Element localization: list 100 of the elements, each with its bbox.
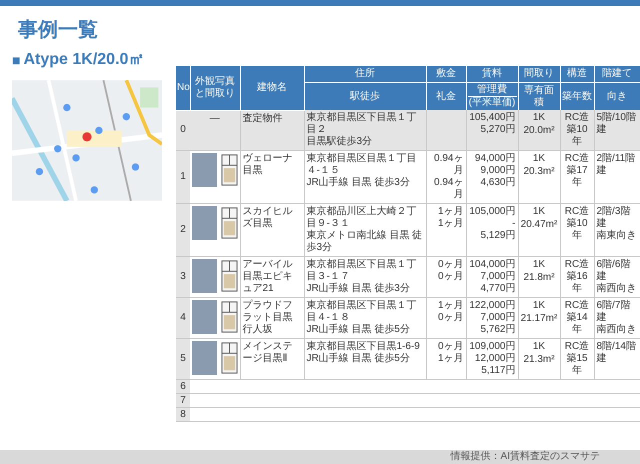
area-text: 20.47m²	[520, 218, 558, 232]
area-text: 20.0m²	[522, 124, 556, 138]
area-text: 21.17m²	[520, 312, 558, 326]
layout-text: 1K	[532, 206, 546, 218]
age-text: 築10年	[565, 218, 589, 242]
station-text: JR山手線 目黒 徒歩5分	[306, 353, 411, 365]
layout-text: 1K	[532, 300, 546, 312]
floor-text: 8階/14階建	[596, 341, 637, 365]
station-text: 東京メトロ南北線 目黒 徒歩3分	[306, 230, 424, 254]
deposit-text: 0.94ヶ月	[433, 153, 464, 177]
row-number: 1	[180, 171, 186, 182]
floor-text: 2階/11階建	[596, 153, 636, 177]
column-header: 外観写真と間取り	[195, 76, 235, 99]
direction-text: 南西向き	[596, 283, 638, 295]
photo-placeholder	[192, 300, 217, 334]
address-text: 東京都目黒区下目黒１丁目２	[306, 112, 418, 136]
page-title: 事例一覧	[17, 18, 99, 42]
column-subheader: 築年数	[562, 90, 592, 102]
unit-price-text: 5,117円	[480, 365, 516, 377]
area-text: 20.3m²	[522, 165, 556, 179]
layout-text: 1K	[532, 153, 546, 165]
station-text: JR山手線 目黒 徒歩3分	[306, 283, 411, 295]
rent-text: 105,000円	[468, 206, 516, 218]
fee-text: 12,000円	[474, 353, 516, 365]
column-subheader: 向き	[606, 90, 628, 102]
area-text: 21.3m²	[522, 353, 556, 367]
dash-text: —	[208, 112, 221, 124]
key-money-text: 1ヶ月	[436, 218, 464, 230]
fee-text: -	[511, 218, 516, 230]
direction-text: 南西向き	[596, 324, 638, 336]
building-name: メインステージ目黒Ⅱ	[242, 341, 294, 365]
station-text: 目黒駅徒歩3分	[306, 136, 374, 148]
row-number: 5	[180, 353, 186, 364]
unit-price-text: 5,129円	[479, 230, 516, 242]
age-text: 築15年	[565, 353, 589, 377]
rent-text: 94,000円	[474, 153, 516, 165]
structure-text: RC造	[564, 153, 590, 165]
rent-text: 109,000円	[468, 341, 516, 353]
column-subheader: 礼金	[435, 90, 457, 102]
column-header: 構造	[567, 68, 587, 79]
address-text: 東京都目黒区下目黒１丁目３-１７	[306, 259, 418, 282]
footer-credit: 情報提供：AI賃料査定のスマサテ	[450, 451, 600, 463]
row-number: 3	[180, 271, 186, 282]
column-subheader: 管理費	[476, 84, 508, 96]
station-text: JR山手線 目黒 徒歩5分	[306, 324, 411, 336]
row-number: 0	[180, 124, 186, 136]
column-header: 間取り	[524, 68, 554, 79]
deposit-text: 1ヶ月	[436, 206, 464, 218]
station-text: JR山手線 目黒 徒歩3分	[306, 177, 411, 189]
layout-text: 1K	[532, 341, 546, 353]
building-name: アーバイル目黒エピキュア21	[242, 259, 294, 295]
layout-text: 1K	[532, 112, 546, 124]
rent-text: 104,000円	[468, 259, 516, 271]
section-heading: Atype 1K/20.0㎡	[23, 50, 144, 70]
square-bullet-icon: ■	[12, 50, 20, 70]
floor-plan-drawing	[220, 300, 238, 334]
deposit-text: 0ヶ月	[436, 341, 464, 353]
unit-price-text: 4,630円	[479, 177, 516, 189]
floor-text: 6階/6階建	[596, 259, 632, 282]
key-money-text: 1ヶ月	[436, 353, 464, 365]
photo-placeholder	[192, 259, 217, 293]
age-text: 築14年	[565, 312, 589, 336]
layout-text: 1K	[532, 259, 546, 271]
address-text: 東京都目黒区下目黒１丁目４-１８	[306, 300, 418, 324]
photo-placeholder	[192, 153, 217, 187]
floor-plan-drawing	[220, 153, 238, 187]
rent-text: 105,400円	[468, 112, 516, 124]
area-text: 21.8m²	[522, 271, 556, 285]
structure-text: RC造	[564, 259, 590, 271]
column-header: 賃料	[482, 68, 502, 79]
floor-plan-drawing	[220, 259, 238, 293]
row-number: 8	[180, 408, 186, 420]
structure-text: RC造	[564, 206, 590, 218]
row-number: 7	[180, 394, 186, 406]
column-header: 階建て	[602, 68, 632, 79]
floor-text: 5階/10階建	[596, 112, 637, 136]
deposit-text: 0ヶ月	[436, 259, 464, 271]
column-header: 住所	[355, 68, 375, 79]
age-text: 築10年	[565, 124, 589, 148]
photo-placeholder	[192, 206, 217, 240]
floor-plan-drawing	[220, 341, 238, 375]
unit-price-text: 5,270円	[479, 124, 516, 136]
fee-text: 9,000円	[479, 165, 516, 177]
column-header: 建物名	[257, 82, 287, 93]
fee-text: 7,000円	[479, 312, 516, 324]
building-name: ヴェローナ目黒	[242, 153, 294, 177]
column-header: No	[177, 82, 190, 93]
column-subheader: 駅徒歩	[348, 90, 381, 102]
address-text: 東京都目黒区目黒１丁目４-１５	[306, 153, 418, 176]
row-number: 4	[180, 312, 186, 323]
address-text: 東京都品川区上大崎２丁目９-３１	[306, 206, 418, 230]
floor-text: 6階/7階建	[596, 300, 632, 324]
direction-text: 南東向き	[596, 230, 638, 242]
building-name: スカイヒルズ目黒	[242, 206, 294, 230]
age-text: 築16年	[565, 271, 589, 295]
structure-text: RC造	[564, 341, 590, 353]
rent-text: 122,000円	[468, 300, 516, 312]
fee-text: 7,000円	[479, 271, 516, 283]
building-name: プラウドフラット目黒行人坂	[242, 300, 294, 336]
photo-placeholder	[192, 341, 217, 375]
